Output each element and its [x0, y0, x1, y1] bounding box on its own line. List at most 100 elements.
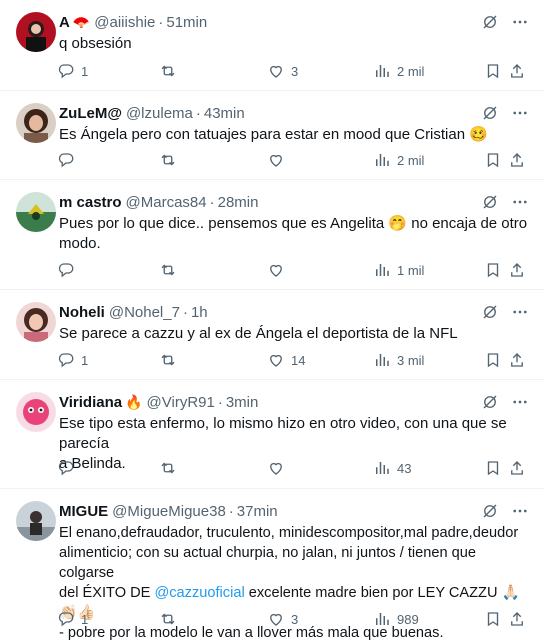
share-icon	[511, 353, 523, 367]
bookmark-button[interactable]	[484, 62, 502, 80]
more-icon[interactable]	[510, 12, 530, 32]
reply-button[interactable]: 1	[57, 351, 88, 369]
reply-icon	[58, 64, 74, 79]
tweet-text-line: Pues por lo que dice.. pensemos que es A…	[59, 215, 528, 232]
retweet-button[interactable]	[159, 62, 183, 80]
user-handle[interactable]: @lzulema	[126, 105, 193, 122]
like-button[interactable]	[267, 459, 291, 477]
grok-icon[interactable]	[480, 392, 500, 412]
action-bar: 2 mil	[57, 150, 526, 170]
views-button[interactable]: 989	[373, 610, 419, 628]
views-button[interactable]: 43	[373, 459, 411, 477]
views-button[interactable]: 3 mil	[373, 351, 424, 369]
bookmark-icon	[487, 612, 499, 627]
display-name[interactable]: ZuLeM@	[59, 105, 122, 122]
timestamp[interactable]: 51min	[166, 14, 207, 31]
avatar[interactable]	[16, 302, 56, 342]
bookmark-button[interactable]	[484, 151, 502, 169]
like-count: 3	[291, 63, 299, 79]
share-button[interactable]	[508, 610, 526, 628]
timestamp[interactable]: 3min	[226, 394, 259, 411]
grok-icon[interactable]	[480, 192, 500, 212]
replies-feed: A 🪭 @aiiishie · 51min q obsesión 1 3 2 m…	[0, 0, 544, 641]
like-button[interactable]: 3	[267, 610, 298, 628]
retweet-icon	[161, 462, 175, 474]
views-count: 2 mil	[397, 63, 425, 79]
user-handle[interactable]: @Marcas84	[126, 194, 207, 211]
like-button[interactable]	[267, 151, 291, 169]
more-icon[interactable]	[510, 302, 530, 322]
reply-button[interactable]: 1	[57, 610, 88, 628]
avatar[interactable]	[16, 392, 56, 432]
avatar[interactable]	[16, 103, 56, 143]
retweet-button[interactable]	[159, 610, 183, 628]
more-icon[interactable]	[510, 392, 530, 412]
reply-button[interactable]	[57, 261, 81, 279]
grok-icon[interactable]	[480, 302, 500, 322]
tweet[interactable]: A 🪭 @aiiishie · 51min q obsesión 1 3 2 m…	[0, 0, 544, 91]
bookmark-icon	[487, 461, 499, 476]
reply-button[interactable]	[57, 151, 81, 169]
bookmark-icon	[487, 64, 499, 79]
tweet[interactable]: m castro @Marcas84 · 28min Pues por lo q…	[0, 180, 544, 290]
retweet-button[interactable]	[159, 351, 183, 369]
display-name[interactable]: A	[59, 14, 70, 31]
user-handle[interactable]: @aiiishie	[94, 14, 155, 31]
tweet[interactable]: ZuLeM@ @lzulema · 43min Es Ángela pero c…	[0, 91, 544, 180]
share-button[interactable]	[508, 351, 526, 369]
views-button[interactable]: 2 mil	[373, 151, 424, 169]
avatar[interactable]	[16, 12, 56, 52]
reply-count: 1	[81, 63, 89, 79]
more-icon[interactable]	[510, 192, 530, 212]
tweet-text-line: modo.	[59, 235, 101, 252]
views-button[interactable]: 1 mil	[373, 261, 424, 279]
display-name[interactable]: Noheli	[59, 304, 105, 321]
user-handle[interactable]: @ViryR91	[147, 394, 215, 411]
timestamp[interactable]: 37min	[237, 503, 278, 520]
reply-icon	[58, 461, 74, 476]
bookmark-button[interactable]	[484, 261, 502, 279]
avatar[interactable]	[16, 501, 56, 541]
views-count: 3 mil	[397, 352, 425, 368]
tweet[interactable]: MIGUE @MigueMigue38 · 37min El enano,def…	[0, 489, 544, 641]
reply-button[interactable]	[57, 459, 81, 477]
tweet[interactable]: Viridiana 🔥 @ViryR91 · 3min Ese tipo est…	[0, 380, 544, 489]
separator-dot: ·	[195, 104, 201, 122]
like-button[interactable]	[267, 261, 291, 279]
share-button[interactable]	[508, 62, 526, 80]
user-handle[interactable]: @MigueMigue38	[112, 503, 226, 520]
timestamp[interactable]: 1h	[191, 304, 208, 321]
grok-icon[interactable]	[480, 103, 500, 123]
retweet-button[interactable]	[159, 459, 183, 477]
retweet-icon	[161, 354, 175, 366]
more-icon[interactable]	[510, 103, 530, 123]
action-bar: 1 3 2 mil	[57, 61, 526, 81]
share-button[interactable]	[508, 151, 526, 169]
tweet[interactable]: Noheli @Nohel_7 · 1h Se parece a cazzu y…	[0, 290, 544, 380]
retweet-button[interactable]	[159, 151, 183, 169]
avatar[interactable]	[16, 192, 56, 232]
like-button[interactable]: 14	[267, 351, 305, 369]
retweet-button[interactable]	[159, 261, 183, 279]
more-icon[interactable]	[510, 501, 530, 521]
share-button[interactable]	[508, 261, 526, 279]
bookmark-button[interactable]	[484, 459, 502, 477]
views-icon	[376, 154, 389, 166]
timestamp[interactable]: 43min	[204, 105, 245, 122]
bookmark-button[interactable]	[484, 351, 502, 369]
bookmark-button[interactable]	[484, 610, 502, 628]
like-button[interactable]: 3	[267, 62, 298, 80]
grok-icon[interactable]	[480, 501, 500, 521]
grok-icon[interactable]	[480, 12, 500, 32]
display-name[interactable]: Viridiana	[59, 394, 122, 411]
views-icon	[376, 613, 389, 625]
views-button[interactable]: 2 mil	[373, 62, 424, 80]
share-button[interactable]	[508, 459, 526, 477]
display-name[interactable]: m castro	[59, 194, 122, 211]
separator-dot: ·	[209, 193, 215, 211]
mention-link[interactable]: @cazzuoficial	[154, 585, 244, 601]
user-handle[interactable]: @Nohel_7	[109, 304, 180, 321]
reply-button[interactable]: 1	[57, 62, 88, 80]
display-name[interactable]: MIGUE	[59, 503, 108, 520]
timestamp[interactable]: 28min	[218, 194, 259, 211]
